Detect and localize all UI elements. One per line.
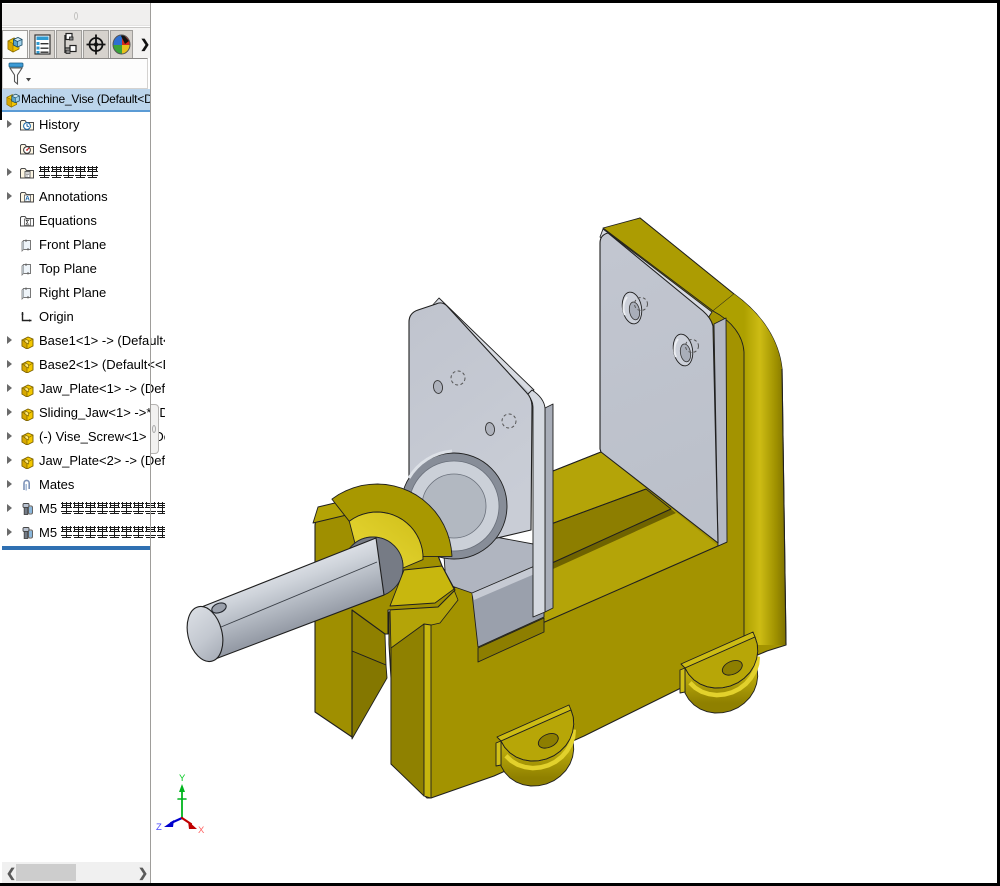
svg-text:X: X [198, 825, 205, 836]
svg-text:Y: Y [179, 773, 186, 784]
svg-text:Z: Z [156, 822, 162, 833]
